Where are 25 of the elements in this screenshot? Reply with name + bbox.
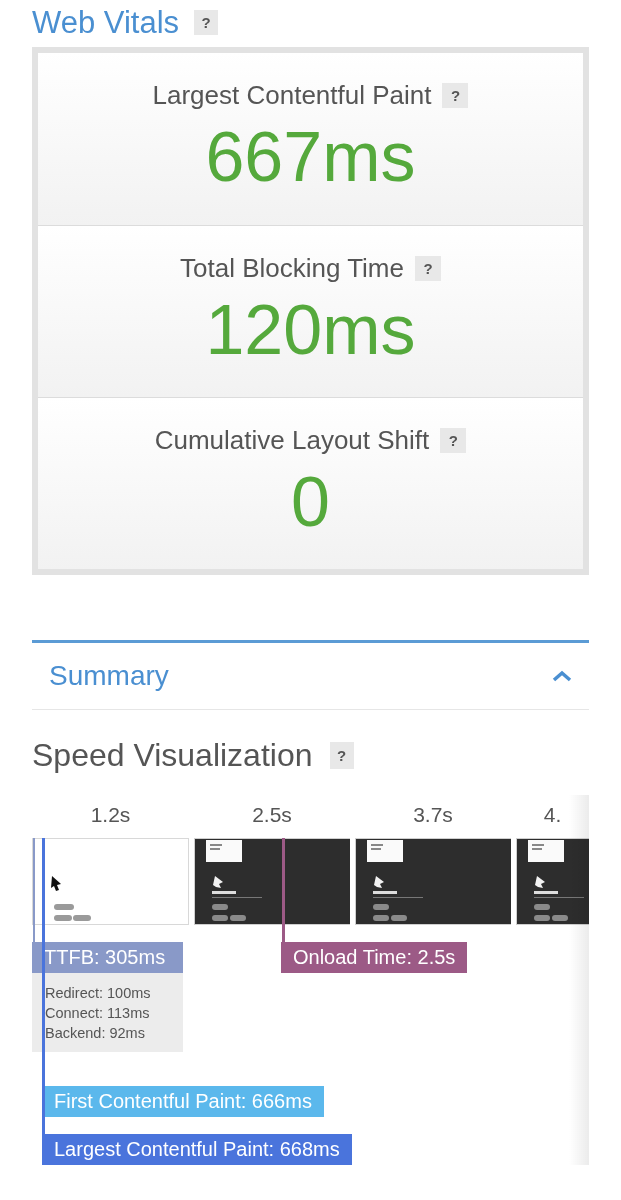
time-label: 3.7s xyxy=(413,802,453,828)
metric-label: Largest Contentful Paint xyxy=(152,80,432,110)
time-label: 2.5s xyxy=(252,802,292,828)
help-button[interactable]: ? xyxy=(442,82,469,108)
timing-marker-label: TTFB: 305ms xyxy=(32,942,183,973)
metric-value: 667ms xyxy=(205,122,416,192)
timing-detail-text: Backend: 92ms xyxy=(45,1024,146,1043)
time-label: 4. xyxy=(543,802,562,828)
timing-marker-label: Largest Contentful Paint: 668ms xyxy=(42,1134,352,1165)
summary-toggle[interactable]: Summary xyxy=(32,640,589,710)
metric-label: Cumulative Layout Shift xyxy=(154,425,430,455)
timing-detail-text: Connect: 113ms xyxy=(45,1004,151,1023)
section-title: Speed Visualization xyxy=(32,736,313,775)
help-button[interactable]: ? xyxy=(440,427,467,453)
metric-label: Total Blocking Time xyxy=(180,253,404,283)
time-label: 1.2s xyxy=(90,802,131,828)
timing-detail-text: Redirect: 100ms xyxy=(45,984,152,1003)
help-button[interactable]: ? xyxy=(329,741,354,769)
help-button[interactable]: ? xyxy=(194,10,219,35)
section-title: Web Vitals xyxy=(32,4,180,41)
timing-marker-label: First Contentful Paint: 666ms xyxy=(42,1086,324,1117)
help-button[interactable]: ? xyxy=(415,255,441,281)
metric-value: 0 xyxy=(291,467,330,537)
metric-value: 120ms xyxy=(205,295,416,365)
timing-marker-label: Onload Time: 2.5s xyxy=(281,942,468,973)
